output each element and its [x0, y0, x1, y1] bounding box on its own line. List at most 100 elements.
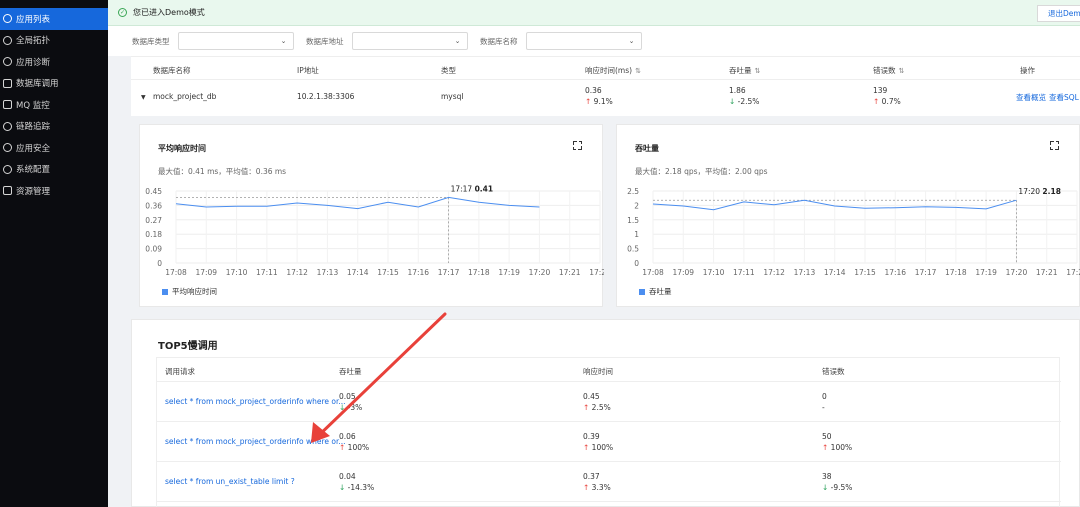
tps-change-text: -3% [347, 403, 363, 412]
x-tick-label: 17:10 [703, 268, 725, 277]
x-tick-label: 17:14 [824, 268, 846, 277]
sort-icon[interactable]: ⇅ [755, 67, 761, 75]
y-tick-label: 2 [634, 201, 639, 210]
rt-change: ↑ 9.1% [585, 97, 613, 106]
chevron-down-icon: ⌄ [628, 37, 635, 45]
db-type-select[interactable]: ⌄ [177, 32, 294, 50]
col-ops: 操作 [1020, 66, 1035, 75]
x-tick-label: 17:14 [347, 268, 369, 277]
tps-change-text: 100% [347, 443, 370, 452]
rt-value: 0.39 [583, 432, 600, 441]
section-title: TOP5慢调用 [158, 341, 218, 352]
col-rt: 响应时间 [583, 367, 613, 376]
col-err: 错误数 [822, 367, 845, 376]
arrow-up-icon: ↑ [583, 483, 592, 492]
y-tick-label: 0.36 [145, 201, 162, 210]
x-tick-label: 17:13 [317, 268, 339, 277]
sidebar-item-diagnose[interactable]: 应用诊断 [0, 51, 108, 73]
y-tick-label: 0.09 [145, 245, 162, 254]
chevron-down-icon: ⌄ [454, 37, 461, 45]
col-request: 调用请求 [165, 367, 195, 376]
tps-change: ↓ -2.5% [729, 97, 759, 106]
tps-change-text: -14.3% [347, 483, 375, 492]
chart-legend[interactable]: 平均响应时间 [162, 286, 217, 297]
ip-cell: 10.2.1.38:3306 [297, 92, 355, 101]
sidebar-item-label: 应用诊断 [16, 57, 51, 68]
request-link[interactable]: select * from mock_project_orderinfo whe… [165, 397, 346, 406]
exit-demo-button[interactable]: 退出Demo [1037, 5, 1080, 22]
y-tick-label: 0 [634, 259, 639, 268]
sidebar-item-security[interactable]: 应用安全 [0, 137, 108, 159]
sort-icon[interactable]: ⇅ [635, 67, 641, 75]
col-type: 类型 [441, 66, 456, 75]
x-tick-label: 17:13 [794, 268, 816, 277]
err-value: 139 [873, 86, 888, 95]
check-circle-icon: ✓ [118, 8, 127, 17]
chart-card-response-time: 平均响应时间 最大值：0.41 ms，平均值：0.36 ms 0 0.09 0.18… [139, 124, 604, 307]
col-err-label: 错误数 [873, 66, 896, 75]
expand-row-icon[interactable]: ▼ [141, 94, 146, 101]
y-tick-label: 0.45 [145, 187, 162, 196]
x-tick-label: 17:19 [975, 268, 997, 277]
sidebar-item-topology[interactable]: 全局拓扑 [0, 30, 108, 52]
sidebar-item-label: 应用列表 [16, 14, 51, 25]
err-change-text: -9.5% [830, 483, 853, 492]
gear-icon [3, 164, 12, 174]
throughput-chart: 0 0.5 1 1.5 2 2.5 17:08 17:09 17:10 17:11 17:12 17:… [627, 187, 1080, 277]
x-tick-label: 17:17 [438, 268, 460, 277]
y-tick-label: 2.5 [627, 187, 639, 196]
demo-banner: ✓ 您已进入Demo模式 退出Demo [108, 0, 1080, 26]
x-tick-label: 17:08 [165, 268, 187, 277]
arrow-down-icon: ↓ [729, 97, 738, 106]
sidebar-item-database[interactable]: 数据库调用 [0, 73, 108, 95]
col-err[interactable]: 错误数 ⇅ [873, 65, 904, 76]
x-tick-label: 17:21 [559, 268, 581, 277]
x-tick-label: 17:21 [1036, 268, 1058, 277]
legend-label: 平均响应时间 [172, 287, 217, 296]
arrow-up-icon: ↑ [339, 443, 348, 452]
db-address-select[interactable]: ⌄ [351, 32, 468, 50]
database-table: 数据库名称 IP地址 类型 响应时间(ms) ⇅ 吞吐量 ⇅ 错误数 ⇅ 操作 ▼ m… [131, 56, 1080, 116]
arrow-down-icon: ↓ [339, 403, 348, 412]
shield-icon [3, 143, 12, 153]
y-tick-label: 0 [157, 259, 162, 268]
x-tick-label: 17:10 [226, 268, 248, 277]
err-value: 38 [822, 472, 832, 481]
col-db-name: 数据库名称 [153, 66, 191, 75]
y-tick-label: 0.27 [145, 216, 162, 225]
y-tick-label: 1 [634, 230, 639, 239]
tps-value: 0.06 [339, 432, 356, 441]
sidebar-item-trace[interactable]: 链路追踪 [0, 116, 108, 138]
sidebar-item-config[interactable]: 系统配置 [0, 159, 108, 181]
sidebar-item-label: 应用安全 [16, 143, 51, 154]
view-overview-link[interactable]: 查看概览 [1016, 92, 1046, 103]
legend-label: 吞吐量 [649, 287, 672, 296]
y-tick-label: 0.18 [145, 230, 162, 239]
table-row: select * from un_exist_table limit ? 0.04… [157, 462, 1061, 502]
x-tick-label: 17:09 [672, 268, 694, 277]
filter-db-type: 数据库类型 ⌄ [132, 32, 294, 50]
sidebar-item-label: 资源管理 [16, 186, 51, 197]
rt-change: ↑ 3.3% [583, 483, 611, 492]
tps-value: 0.04 [339, 472, 356, 481]
col-tps[interactable]: 吞吐量 ⇅ [729, 65, 760, 76]
sidebar-item-mq[interactable]: MQ 监控 [0, 94, 108, 116]
request-link[interactable]: select * from un_exist_table limit ? [165, 477, 295, 486]
trace-icon [3, 121, 12, 131]
sort-icon[interactable]: ⇅ [899, 67, 905, 75]
chart-legend[interactable]: 吞吐量 [639, 286, 672, 297]
x-tick-label: 17:16 [407, 268, 429, 277]
x-tick-label: 17:20 [529, 268, 551, 277]
x-tick-label: 17:12 [286, 268, 308, 277]
view-sql-link[interactable]: 查看SQL [1049, 92, 1079, 103]
sidebar-item-resources[interactable]: 资源管理 [0, 180, 108, 202]
y-tick-label: 0.5 [627, 245, 639, 254]
col-rt[interactable]: 响应时间(ms) ⇅ [585, 65, 641, 76]
database-icon [3, 78, 12, 88]
db-name-select[interactable]: ⌄ [525, 32, 642, 50]
sidebar-item-app-list[interactable]: 应用列表 [0, 8, 108, 30]
x-tick-label: 17:18 [945, 268, 967, 277]
tps-value: 1.86 [729, 86, 746, 95]
request-link[interactable]: select * from mock_project_orderinfo whe… [165, 437, 346, 446]
tps-change: ↑ 100% [339, 443, 369, 452]
